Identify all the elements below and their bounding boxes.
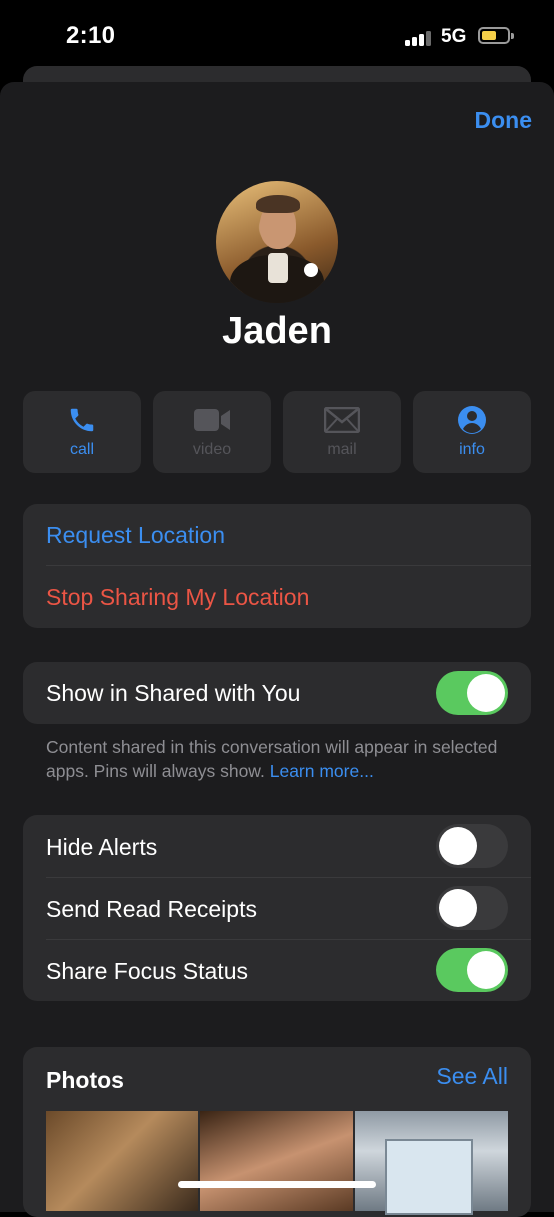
photo-thumbnail[interactable] bbox=[46, 1111, 198, 1211]
battery-level bbox=[482, 31, 496, 40]
hide-alerts-label: Hide Alerts bbox=[46, 834, 158, 860]
shared-with-you-footnote: Content shared in this conversation will… bbox=[46, 735, 516, 783]
battery-icon bbox=[478, 27, 514, 44]
mail-button[interactable]: mail bbox=[283, 391, 401, 473]
video-button[interactable]: video bbox=[153, 391, 271, 473]
see-all-button[interactable]: See All bbox=[436, 1063, 508, 1090]
mail-envelope-icon bbox=[283, 405, 401, 435]
info-label: info bbox=[459, 441, 485, 458]
video-camera-icon bbox=[153, 405, 271, 435]
shared-with-you-card: Show in Shared with You bbox=[23, 662, 531, 724]
network-type: 5G bbox=[441, 26, 467, 47]
contact-name: Jaden bbox=[222, 310, 332, 352]
learn-more-link[interactable]: Learn more... bbox=[270, 761, 374, 781]
send-read-receipts-toggle[interactable] bbox=[436, 886, 508, 930]
divider bbox=[46, 877, 531, 878]
hide-alerts-toggle[interactable] bbox=[436, 824, 508, 868]
info-button[interactable]: info bbox=[413, 391, 531, 473]
divider bbox=[46, 565, 531, 566]
share-focus-status-label: Share Focus Status bbox=[46, 958, 248, 984]
screen-in-photo bbox=[385, 1139, 473, 1215]
contact-avatar[interactable] bbox=[216, 181, 338, 303]
done-button[interactable]: Done bbox=[475, 107, 533, 134]
stop-sharing-location-button[interactable]: Stop Sharing My Location bbox=[46, 584, 309, 611]
contact-actions: call video mail info bbox=[23, 391, 531, 473]
send-read-receipts-label: Send Read Receipts bbox=[46, 896, 257, 922]
shared-with-you-label: Show in Shared with You bbox=[46, 680, 301, 706]
call-label: call bbox=[69, 441, 94, 458]
share-focus-status-toggle[interactable] bbox=[436, 948, 508, 992]
mail-label: mail bbox=[327, 441, 357, 458]
divider bbox=[46, 939, 531, 940]
video-label: video bbox=[192, 441, 232, 458]
status-time: 2:10 bbox=[66, 22, 116, 49]
person-circle-icon bbox=[413, 405, 531, 435]
phone-icon bbox=[23, 405, 141, 435]
photo-thumbnail[interactable] bbox=[200, 1111, 353, 1211]
photo-thumbnail[interactable] bbox=[355, 1111, 508, 1215]
shared-with-you-toggle[interactable] bbox=[436, 671, 508, 715]
request-location-button[interactable]: Request Location bbox=[46, 522, 225, 549]
location-card: Request Location Stop Sharing My Locatio… bbox=[23, 504, 531, 628]
photos-card: Photos See All bbox=[23, 1047, 531, 1217]
status-bar: 2:10 5G bbox=[0, 0, 554, 70]
conversation-settings-card: Hide Alerts Send Read Receipts Share Foc… bbox=[23, 815, 531, 1001]
cellular-signal-icon bbox=[405, 30, 435, 46]
photos-title: Photos bbox=[46, 1067, 124, 1093]
home-indicator bbox=[178, 1181, 376, 1188]
call-button[interactable]: call bbox=[23, 391, 141, 473]
